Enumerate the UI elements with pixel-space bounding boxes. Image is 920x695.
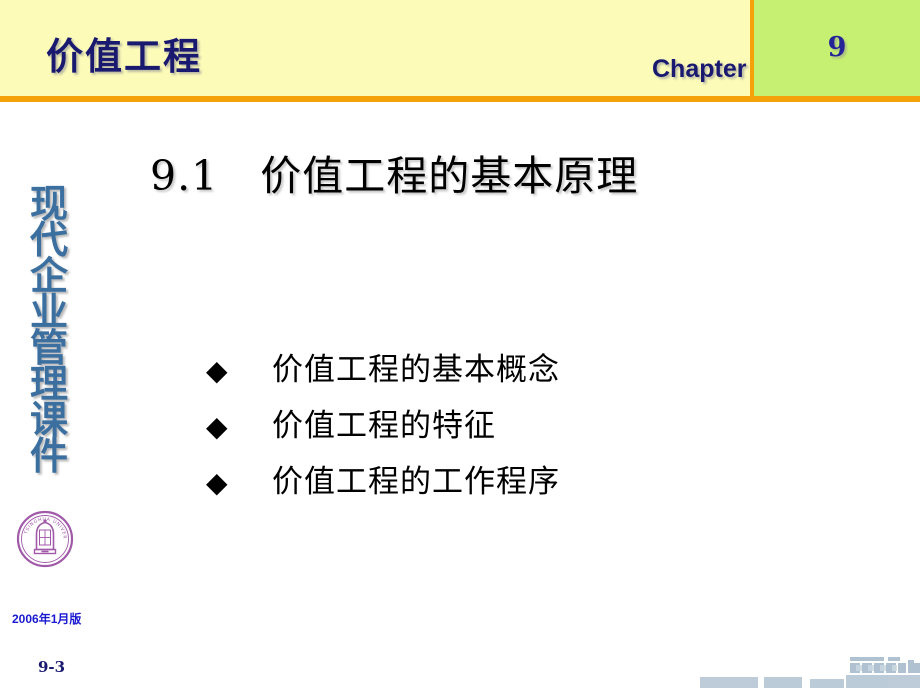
version-label: 2006年1月版 [12,612,82,626]
chapter-number: 9 [827,32,847,63]
diamond-bullet-icon: ◆ [206,466,228,499]
header-bottom-rule [0,96,920,102]
page-number: 9-3 [38,658,66,676]
diamond-bullet-icon: ◆ [206,410,228,443]
list-item-label: 价值工程的工作程序 [272,464,560,500]
slide-header: 价值工程 Chapter 9 [0,0,920,102]
bullet-list: ◆ 价值工程的基本概念 ◆ 价值工程的特征 ◆ 价值工程的工作程序 [206,344,806,512]
list-item: ◆ 价值工程的特征 [206,400,806,456]
list-item: ◆ 价值工程的基本概念 [206,344,806,400]
chapter-label: Chapter [652,55,747,83]
list-item-label: 价值工程的基本概念 [272,352,560,388]
section-heading: 9.1 价值工程的基本原理 [150,152,639,200]
tsinghua-university-seal-logo: TSINGHUA UNIVERSITY [13,506,74,568]
bottom-right-decoration [660,655,920,690]
svg-text:TSINGHUA UNIVERSITY: TSINGHUA UNIVERSITY [16,510,68,540]
sidebar-vertical-char: 件 [29,433,68,478]
slide-title: 价值工程 [46,34,202,78]
diamond-bullet-icon: ◆ [206,354,228,387]
list-item: ◆ 价值工程的工作程序 [206,456,806,512]
sidebar-vertical-title: 现 代 企 业 管 理 课 件 [14,185,84,478]
list-item-label: 价值工程的特征 [272,408,496,444]
